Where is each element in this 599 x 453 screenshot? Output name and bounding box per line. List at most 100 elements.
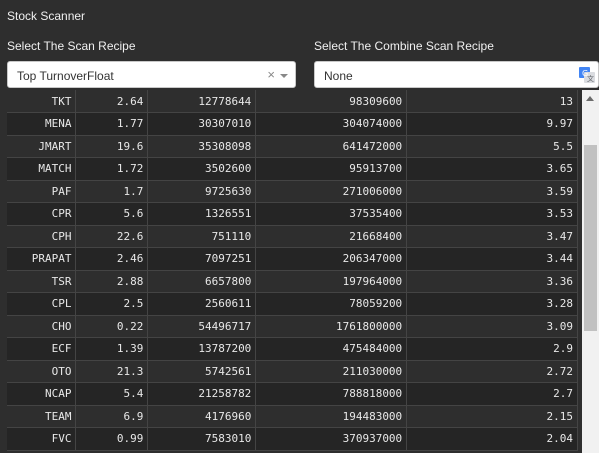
table-cell: 3.09 — [406, 315, 578, 338]
table-cell: PAF — [7, 180, 77, 203]
table-cell: 0.22 — [75, 315, 149, 338]
table-cell: 21.3 — [75, 360, 149, 383]
table-cell: TSR — [7, 270, 77, 293]
table-cell: 7583010 — [147, 427, 257, 451]
table-cell: 13787200 — [147, 337, 257, 361]
table-row[interactable]: NCAP 5.4 21258782 788818000 2.7 — [7, 382, 578, 406]
table-cell: 21668400 — [255, 225, 408, 248]
table-row[interactable]: MATCH 1.72 3502600 95913700 3.65 — [7, 157, 578, 181]
table-cell: 206347000 — [255, 247, 408, 271]
table-row[interactable]: MENA 1.77 30307010 304074000 9.97 — [7, 112, 578, 136]
table-cell: 1761800000 — [255, 315, 408, 338]
table-row[interactable]: OTO 21.3 5742561 211030000 2.72 — [7, 360, 578, 383]
table-cell: 2.72 — [406, 360, 578, 383]
table-cell: 370937000 — [255, 427, 408, 451]
table-row[interactable]: CPR 5.6 1326551 37535400 3.53 — [7, 202, 578, 226]
table-row[interactable]: FVC 0.99 7583010 370937000 2.04 — [7, 427, 578, 451]
table-cell: 1.7 — [75, 180, 149, 203]
table-cell: 5.6 — [75, 202, 149, 226]
table-cell: CPL — [7, 292, 77, 316]
table-cell: 197964000 — [255, 270, 408, 293]
table-cell: 475484000 — [255, 337, 408, 361]
app-title: Stock Scanner — [7, 9, 86, 23]
table-cell: 37535400 — [255, 202, 408, 226]
table-row[interactable]: PAF 1.7 9725630 271006000 3.59 — [7, 180, 578, 203]
table-cell: 211030000 — [255, 360, 408, 383]
table-row[interactable]: JMART 19.6 35308098 641472000 5.5 — [7, 135, 578, 158]
table-cell: 1.72 — [75, 157, 149, 181]
scan-recipe-select[interactable]: Top TurnoverFloat × — [7, 61, 296, 88]
table-cell: TEAM — [7, 405, 77, 428]
table-cell: 4176960 — [147, 405, 257, 428]
table-cell: 6.9 — [75, 405, 149, 428]
table-cell: 2.15 — [406, 405, 578, 428]
table-cell: 1.39 — [75, 337, 149, 361]
table-cell: 304074000 — [255, 112, 408, 136]
combine-recipe-select[interactable]: None G 文 — [314, 61, 599, 88]
table-cell: 95913700 — [255, 157, 408, 181]
table-cell: 3.44 — [406, 247, 578, 271]
table-cell: 2.7 — [406, 382, 578, 406]
google-translate-icon[interactable]: G 文 — [579, 67, 595, 83]
table-cell: 2.04 — [406, 427, 578, 451]
table-cell: JMART — [7, 135, 77, 158]
table-cell: 21258782 — [147, 382, 257, 406]
table-cell: 2.88 — [75, 270, 149, 293]
table-cell: 12778644 — [147, 90, 257, 113]
table-cell: 98309600 — [255, 90, 408, 113]
table-cell: PRAPAT — [7, 247, 77, 271]
table-cell: 751110 — [147, 225, 257, 248]
table-cell: TKT — [7, 90, 77, 113]
table-cell: CHO — [7, 315, 77, 338]
table-cell: 194483000 — [255, 405, 408, 428]
table-cell: OTO — [7, 360, 77, 383]
table-cell: 78059200 — [255, 292, 408, 316]
table-cell: 22.6 — [75, 225, 149, 248]
table-cell: 5.5 — [406, 135, 578, 158]
table-cell: 6657800 — [147, 270, 257, 293]
table-cell: 2.64 — [75, 90, 149, 113]
chevron-down-icon[interactable] — [280, 74, 288, 78]
table-cell: 3.65 — [406, 157, 578, 181]
table-row[interactable]: ECF 1.39 13787200 475484000 2.9 — [7, 337, 578, 361]
table-row[interactable]: CHO 0.22 54496717 1761800000 3.09 — [7, 315, 578, 338]
table-row[interactable]: CPL 2.5 2560611 78059200 3.28 — [7, 292, 578, 316]
table-cell: 19.6 — [75, 135, 149, 158]
table-cell: FVC — [7, 427, 77, 451]
table-cell: 3.53 — [406, 202, 578, 226]
table-cell: CPR — [7, 202, 77, 226]
table-cell: CPH — [7, 225, 77, 248]
table-cell: 271006000 — [255, 180, 408, 203]
clear-icon[interactable]: × — [267, 67, 275, 82]
scan-recipe-label: Select The Scan Recipe — [7, 39, 136, 53]
table-cell: 54496717 — [147, 315, 257, 338]
table-cell: MATCH — [7, 157, 77, 181]
svg-text:文: 文 — [587, 74, 594, 83]
table-cell: 7097251 — [147, 247, 257, 271]
table-row[interactable]: TSR 2.88 6657800 197964000 3.36 — [7, 270, 578, 293]
table-cell: 0.99 — [75, 427, 149, 451]
table-cell: MENA — [7, 112, 77, 136]
table-cell: 2.5 — [75, 292, 149, 316]
table-cell: 30307010 — [147, 112, 257, 136]
table-cell: 35308098 — [147, 135, 257, 158]
scroll-up-arrow-icon[interactable] — [586, 96, 594, 101]
table-row[interactable]: TKT 2.64 12778644 98309600 13 — [7, 90, 578, 113]
table-cell: 3502600 — [147, 157, 257, 181]
table-cell: 641472000 — [255, 135, 408, 158]
table-cell: 3.59 — [406, 180, 578, 203]
table-cell: 9725630 — [147, 180, 257, 203]
scan-results-table: TKT 2.64 12778644 98309600 13 MENA 1.77 3030701… — [7, 90, 578, 453]
table-row[interactable]: PRAPAT 2.46 7097251 206347000 3.44 — [7, 247, 578, 271]
vertical-scrollbar[interactable] — [582, 90, 599, 453]
table-cell: 1.77 — [75, 112, 149, 136]
table-row[interactable]: TEAM 6.9 4176960 194483000 2.15 — [7, 405, 578, 428]
table-cell: 9.97 — [406, 112, 578, 136]
scan-recipe-value: Top TurnoverFloat — [17, 69, 114, 83]
table-row[interactable]: CPH 22.6 751110 21668400 3.47 — [7, 225, 578, 248]
table-cell: 788818000 — [255, 382, 408, 406]
table-cell: 3.36 — [406, 270, 578, 293]
table-cell: 13 — [406, 90, 578, 113]
combine-recipe-label: Select The Combine Scan Recipe — [314, 39, 494, 53]
scrollbar-thumb[interactable] — [584, 145, 597, 331]
